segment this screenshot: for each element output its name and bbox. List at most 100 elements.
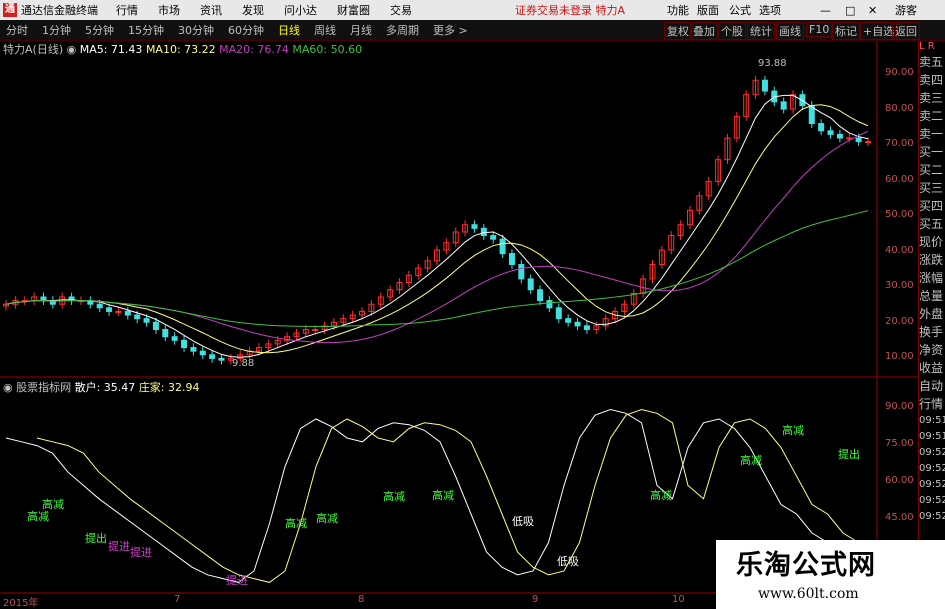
- chart-canvas[interactable]: [0, 0, 918, 609]
- date-label: 9: [532, 594, 539, 605]
- candle-body: [518, 263, 525, 280]
- sidebar-item[interactable]: 09:52: [919, 477, 945, 493]
- candle-body: [480, 227, 487, 237]
- candle-body: [115, 310, 122, 313]
- sidebar-item[interactable]: 净资: [919, 341, 945, 359]
- signal-label: 高减: [740, 454, 762, 467]
- candle-body: [134, 314, 141, 320]
- quote-sidebar: L R 卖五 卖四 卖三 卖二 卖一 买一 买二 买三 买四 买五 现价 涨跌 涨幅 总量 外盘 换手 净资 收益…: [918, 41, 945, 609]
- sidebar-item[interactable]: 09:52: [919, 461, 945, 477]
- candle-body: [827, 130, 834, 135]
- signal-label: 提出: [838, 448, 860, 461]
- date-label: 8: [358, 594, 365, 605]
- price-axis-label: 30.00: [885, 280, 914, 291]
- watermark-url: www.60lt.com: [758, 586, 859, 602]
- candle-body: [199, 350, 206, 356]
- zhuangjia-label: 庄家: 32.94: [138, 381, 200, 394]
- signal-label: 提进: [130, 546, 152, 559]
- sidebar-item[interactable]: 收益: [919, 359, 945, 377]
- candle-body: [836, 133, 843, 139]
- candle-body: [555, 307, 562, 320]
- sidebar-item[interactable]: 卖一: [919, 125, 945, 143]
- sanhu-label: 散户: 35.47: [74, 381, 136, 394]
- candle-body: [312, 328, 319, 331]
- candle-body: [499, 238, 506, 255]
- price-axis-label: 90.00: [885, 67, 914, 78]
- candle-body: [574, 321, 581, 327]
- candle-body: [171, 336, 178, 341]
- candle-body: [40, 296, 47, 302]
- candle-body: [143, 318, 150, 323]
- candle-body: [490, 235, 497, 240]
- indicator-axis-label: 75.00: [885, 438, 914, 449]
- sidebar-item[interactable]: 涨跌: [919, 251, 945, 269]
- sidebar-item[interactable]: 卖二: [919, 107, 945, 125]
- candle-body: [855, 137, 862, 143]
- date-label: 10: [672, 594, 685, 605]
- date-label: 7: [174, 594, 181, 605]
- candle-body: [565, 318, 572, 323]
- sidebar-item[interactable]: 卖五: [919, 53, 945, 71]
- candle-body: [106, 307, 113, 312]
- candle-body: [780, 101, 787, 110]
- signal-label: 高减: [316, 512, 338, 525]
- sidebar-item[interactable]: 买二: [919, 161, 945, 179]
- indicator-axis-label: 90.00: [885, 401, 914, 412]
- sidebar-item[interactable]: 总量: [919, 287, 945, 305]
- candle-body: [124, 310, 131, 316]
- sidebar-item[interactable]: 现价: [919, 233, 945, 251]
- price-axis-label: 60.00: [885, 173, 914, 185]
- candle-body: [190, 347, 197, 352]
- sidebar-item[interactable]: 涨幅: [919, 269, 945, 287]
- candle-body: [181, 339, 188, 349]
- price-axis-label: 20.00: [885, 315, 914, 327]
- candle-body: [218, 357, 225, 361]
- indicator-axis-label: 45.00: [885, 512, 914, 523]
- candle-body: [471, 224, 478, 229]
- signal-label: 低吸: [512, 515, 534, 528]
- candle-body: [546, 300, 553, 309]
- candle-body: [761, 79, 768, 92]
- settings-icon-2[interactable]: ◉: [3, 381, 13, 394]
- candle-body: [209, 354, 216, 359]
- sidebar-item[interactable]: 09:52: [919, 493, 945, 509]
- signal-label: 高减: [782, 424, 804, 437]
- sidebar-item[interactable]: 外盘: [919, 305, 945, 323]
- candle-body: [865, 141, 871, 144]
- sidebar-item[interactable]: 行情: [919, 395, 945, 413]
- price-axis-label: 80.00: [885, 102, 914, 114]
- sidebar-item[interactable]: 09:52: [919, 509, 945, 525]
- sidebar-item[interactable]: 卖三: [919, 89, 945, 107]
- sidebar-item[interactable]: 买四: [919, 197, 945, 215]
- sidebar-item[interactable]: 换手: [919, 323, 945, 341]
- sidebar-item[interactable]: 买五: [919, 215, 945, 233]
- signal-label: 高减: [285, 517, 307, 530]
- sidebar-item[interactable]: 买三: [919, 179, 945, 197]
- candle-body: [162, 328, 169, 338]
- signal-label: 提出: [85, 532, 107, 545]
- indicator-axis-label: 60.00: [885, 475, 914, 486]
- candle-body: [527, 278, 534, 291]
- sidebar-item[interactable]: 自动: [919, 377, 945, 395]
- signal-label: 高减: [383, 490, 405, 503]
- signal-label: 高减: [432, 489, 454, 502]
- date-label: 2015年: [3, 598, 39, 609]
- candle-body: [96, 303, 103, 309]
- sidebar-item[interactable]: 09:52: [919, 445, 945, 461]
- candle-body: [583, 325, 590, 330]
- candle-body: [818, 123, 825, 132]
- high-price-label: 93.88: [758, 58, 787, 69]
- sidebar-item[interactable]: 09:51: [919, 429, 945, 445]
- side-header: L R: [919, 41, 935, 52]
- price-axis-label: 40.00: [885, 244, 914, 256]
- sidebar-item[interactable]: 买一: [919, 143, 945, 161]
- indicator-info-bar: ◉ 股票指标网 散户: 35.47 庄家: 32.94: [0, 379, 918, 395]
- sidebar-item[interactable]: 卖四: [919, 71, 945, 89]
- signal-label: 提进: [226, 574, 248, 587]
- candle-body: [152, 321, 159, 330]
- indicator-name: 股票指标网: [16, 381, 72, 394]
- watermark-title: 乐淘公式网: [736, 550, 876, 581]
- candle-body: [537, 289, 544, 302]
- ma-line-20: [5, 130, 869, 344]
- sidebar-item[interactable]: 09:51: [919, 413, 945, 429]
